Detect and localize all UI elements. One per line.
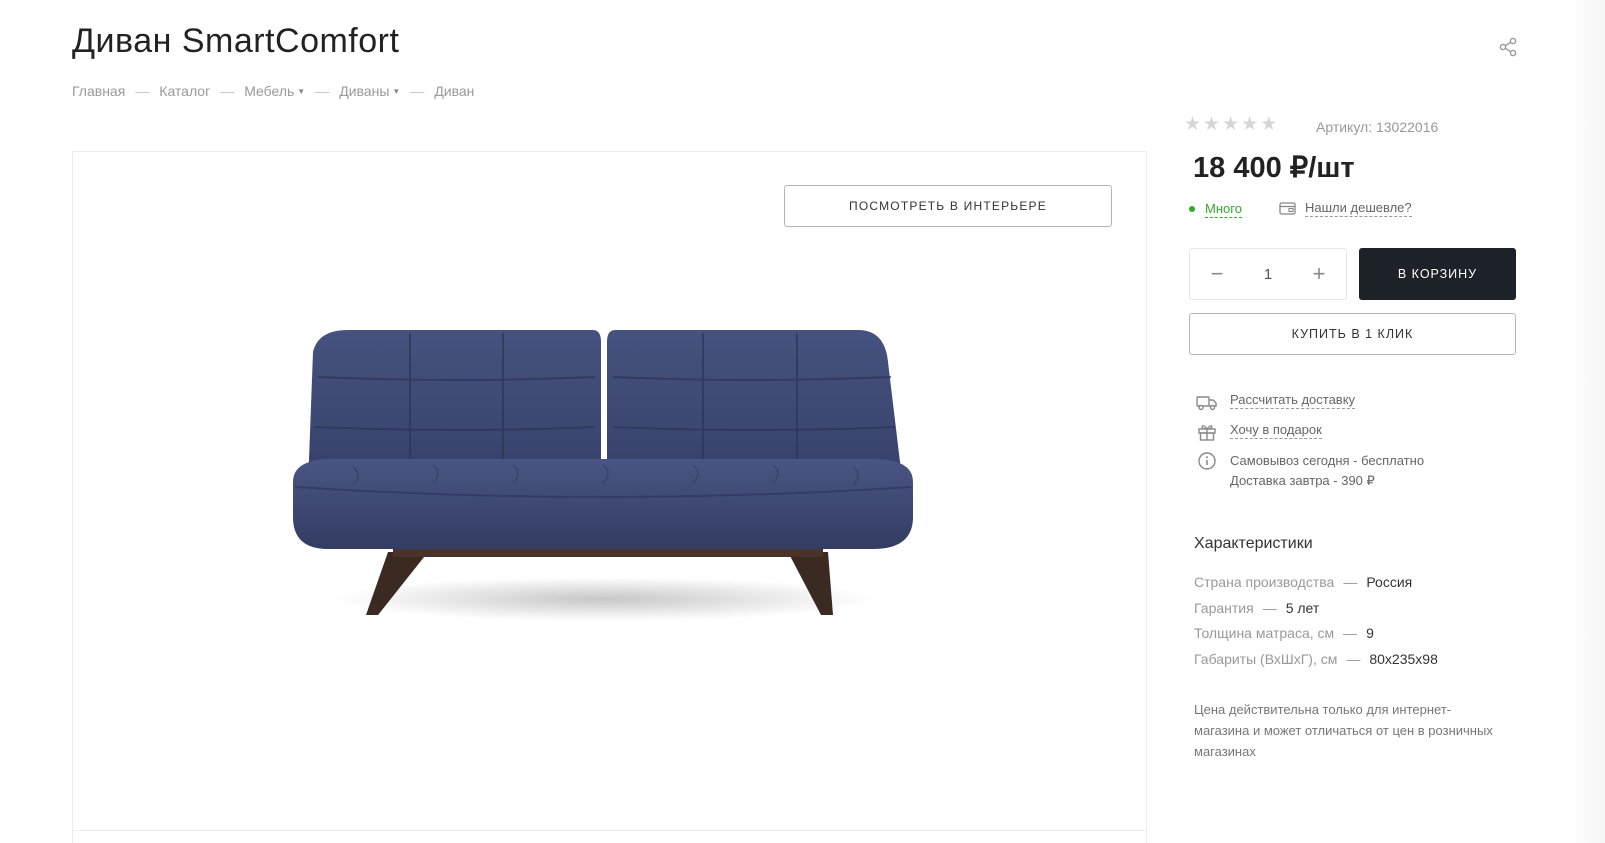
gift-link[interactable]: Хочу в подарок (1230, 422, 1322, 439)
characteristic-row: Толщина матраса, см — 9 (1194, 621, 1438, 647)
quantity-minus-button[interactable]: − (1202, 259, 1232, 289)
breadcrumb-separator: — (410, 83, 425, 99)
characteristic-name: Габариты (ВхШхГ), см (1194, 650, 1338, 667)
characteristics-list: Страна производства — Россия Гарантия — 5 ле… (1194, 570, 1438, 672)
stock-dot-icon (1189, 206, 1195, 213)
star-icon: ★ (1222, 114, 1240, 135)
characteristic-row: Гарантия — 5 лет (1194, 596, 1438, 622)
characteristic-separator: — (1343, 625, 1358, 641)
star-icon: ★ (1184, 114, 1202, 135)
gallery-divider (73, 830, 1146, 831)
page-edge-shadow (1568, 0, 1605, 843)
gift-icon (1198, 425, 1216, 441)
calc-delivery-link[interactable]: Рассчитать доставку (1230, 392, 1356, 409)
product-gallery: ПОСМОТРЕТЬ В ИНТЕРЬЕРЕ (72, 151, 1147, 843)
characteristic-name: Страна производства (1194, 574, 1335, 590)
characteristic-value: 9 (1366, 625, 1374, 641)
characteristic-value: 5 лет (1285, 599, 1320, 616)
characteristic-value: 80x235x98 (1369, 650, 1438, 667)
characteristic-separator: — (1262, 599, 1277, 616)
truck-icon (1196, 396, 1217, 411)
breadcrumb-sofas[interactable]: Диваны ▼ (339, 83, 400, 99)
star-icon: ★ (1260, 114, 1278, 135)
characteristic-name: Толщина матраса, см (1194, 625, 1335, 641)
breadcrumb-label: Диваны (339, 83, 390, 99)
star-icon: ★ (1241, 114, 1259, 135)
calc-delivery-row: Рассчитать доставку (1196, 392, 1356, 412)
breadcrumb-label: Диван (434, 83, 475, 99)
star-icon: ★ (1203, 114, 1221, 135)
caret-down-icon: ▼ (297, 86, 306, 96)
pickup-line: Самовывоз сегодня - бесплатно (1230, 453, 1425, 468)
product-price: 18 400 ₽/шт (1193, 152, 1355, 184)
breadcrumb-furniture[interactable]: Мебель ▼ (244, 83, 305, 99)
found-cheaper-link[interactable]: Нашли дешевле? (1279, 200, 1412, 217)
breadcrumb: Главная — Каталог — Мебель ▼ — Диваны ▼ — … (72, 83, 474, 99)
stock-label[interactable]: Много (1205, 201, 1242, 218)
delivery-info-row: Самовывоз сегодня - бесплатно Доставка з… (1196, 451, 1424, 491)
stock-status: Много (1189, 201, 1242, 218)
caret-down-icon: ▼ (392, 86, 401, 96)
breadcrumb-separator: — (315, 83, 330, 99)
rating-stars[interactable]: ★ ★ ★ ★ ★ (1184, 115, 1277, 134)
breadcrumb-separator: — (135, 83, 150, 99)
quantity-plus-button[interactable]: + (1304, 259, 1334, 289)
characteristic-separator: — (1346, 650, 1361, 667)
found-cheaper-label: Нашли дешевле? (1305, 200, 1412, 217)
wallet-icon (1279, 202, 1296, 215)
gift-row: Хочу в подарок (1196, 422, 1322, 442)
characteristic-row: Габариты (ВхШхГ), см — 80x235x98 (1194, 647, 1438, 673)
breadcrumb-home[interactable]: Главная (72, 83, 125, 99)
product-image[interactable] (273, 317, 933, 657)
breadcrumb-label: Мебель (244, 83, 295, 99)
characteristic-value: Россия (1366, 574, 1413, 590)
quantity-stepper: − 1 + (1189, 248, 1347, 300)
breadcrumb-label: Каталог (159, 83, 211, 99)
delivery-info-text: Самовывоз сегодня - бесплатно Доставка з… (1230, 451, 1424, 491)
breadcrumb-catalog[interactable]: Каталог (159, 83, 210, 99)
characteristic-name: Гарантия (1194, 599, 1254, 616)
view-in-interior-button[interactable]: ПОСМОТРЕТЬ В ИНТЕРЬЕРЕ (784, 185, 1112, 227)
characteristics-title: Характеристики (1194, 535, 1313, 552)
product-sku: Артикул: 13022016 (1316, 119, 1439, 135)
buy-one-click-button[interactable]: КУПИТЬ В 1 КЛИК (1189, 313, 1516, 355)
product-info-panel: ★ ★ ★ ★ ★ Артикул: 13022016 18 400 ₽/шт … (1184, 0, 1524, 843)
breadcrumb-label: Главная (72, 83, 126, 99)
delivery-line: Доставка завтра - 390 ₽ (1230, 473, 1375, 488)
add-to-cart-button[interactable]: В КОРЗИНУ (1359, 248, 1516, 300)
characteristic-row: Страна производства — Россия (1194, 570, 1438, 596)
price-disclaimer: Цена действительна только для интернет-м… (1194, 702, 1493, 759)
page-title: Диван SmartComfort (72, 22, 400, 60)
info-icon (1198, 452, 1216, 470)
breadcrumb-current: Диван (434, 83, 474, 99)
quantity-value[interactable]: 1 (1248, 266, 1288, 283)
characteristic-separator: — (1343, 574, 1358, 590)
breadcrumb-separator: — (220, 83, 235, 99)
product-page: Диван SmartComfort Главная — Каталог — М… (0, 0, 1605, 843)
